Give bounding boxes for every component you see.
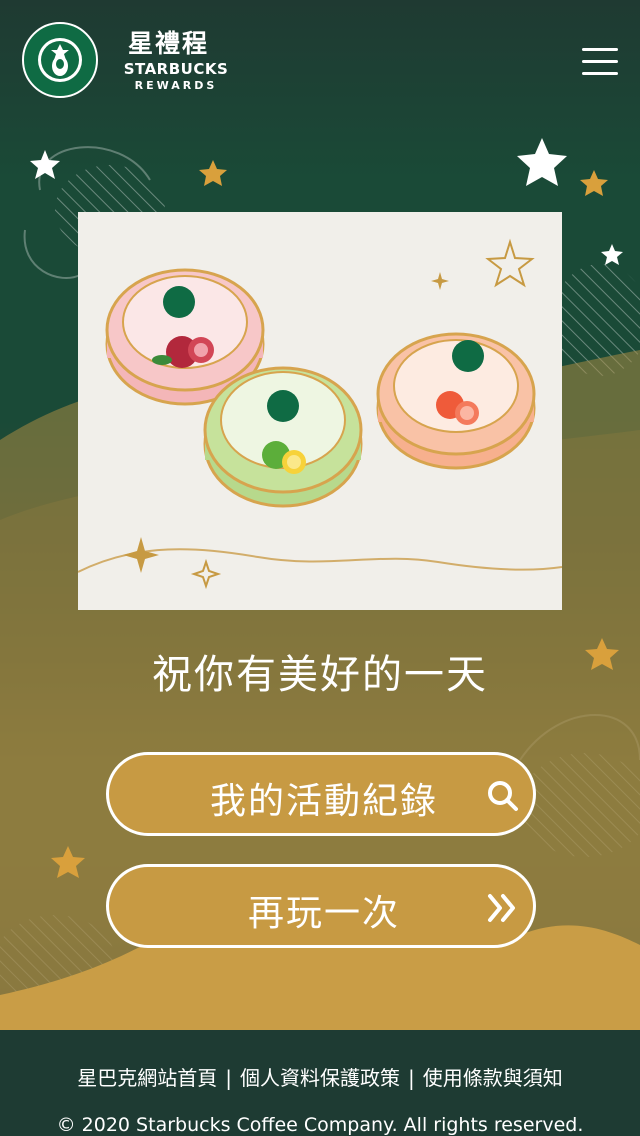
footer-link-terms[interactable]: 使用條款與須知 [423, 1066, 563, 1090]
footer-link-privacy[interactable]: 個人資料保護政策 [240, 1066, 400, 1090]
star-icon [517, 138, 567, 186]
brand-subtitle: REWARDS [134, 79, 218, 92]
tin-boxes-illustration [78, 238, 562, 590]
divider: | [225, 1066, 232, 1090]
star-icon [199, 160, 227, 186]
activity-records-button[interactable]: 我的活動紀錄 [106, 752, 536, 836]
copyright-text: © 2020 Starbucks Coffee Company. All rig… [56, 1114, 584, 1136]
play-again-button[interactable]: 再玩一次 [106, 864, 536, 948]
double-chevron-right-icon [488, 894, 515, 922]
divider: | [408, 1066, 415, 1090]
starbucks-logo[interactable] [22, 22, 98, 98]
play-again-label: 再玩一次 [247, 893, 400, 934]
activity-records-label: 我的活動紀錄 [209, 781, 438, 822]
star-icon [580, 170, 608, 196]
green-tin [203, 366, 363, 508]
siren-icon [38, 38, 82, 82]
star-icon [601, 244, 623, 265]
orange-tin [376, 332, 536, 470]
hero-illustration [78, 212, 562, 610]
footer-links: 星巴克網站首頁 | 個人資料保護政策 | 使用條款與須知 [0, 1062, 640, 1091]
footer-link-home[interactable]: 星巴克網站首頁 [77, 1066, 217, 1090]
brand-title-en: STARBUCKS [123, 60, 229, 78]
search-icon [488, 781, 518, 811]
greeting-text: 祝你有美好的一天 [152, 652, 488, 698]
hamburger-menu-icon[interactable] [578, 42, 622, 82]
brand-title-zh: 星禮程 [128, 29, 210, 58]
header: 星禮程 STARBUCKS REWARDS [0, 0, 640, 120]
footer: 星巴克網站首頁 | 個人資料保護政策 | 使用條款與須知 © 2020 Starbuck… [0, 1030, 640, 1136]
